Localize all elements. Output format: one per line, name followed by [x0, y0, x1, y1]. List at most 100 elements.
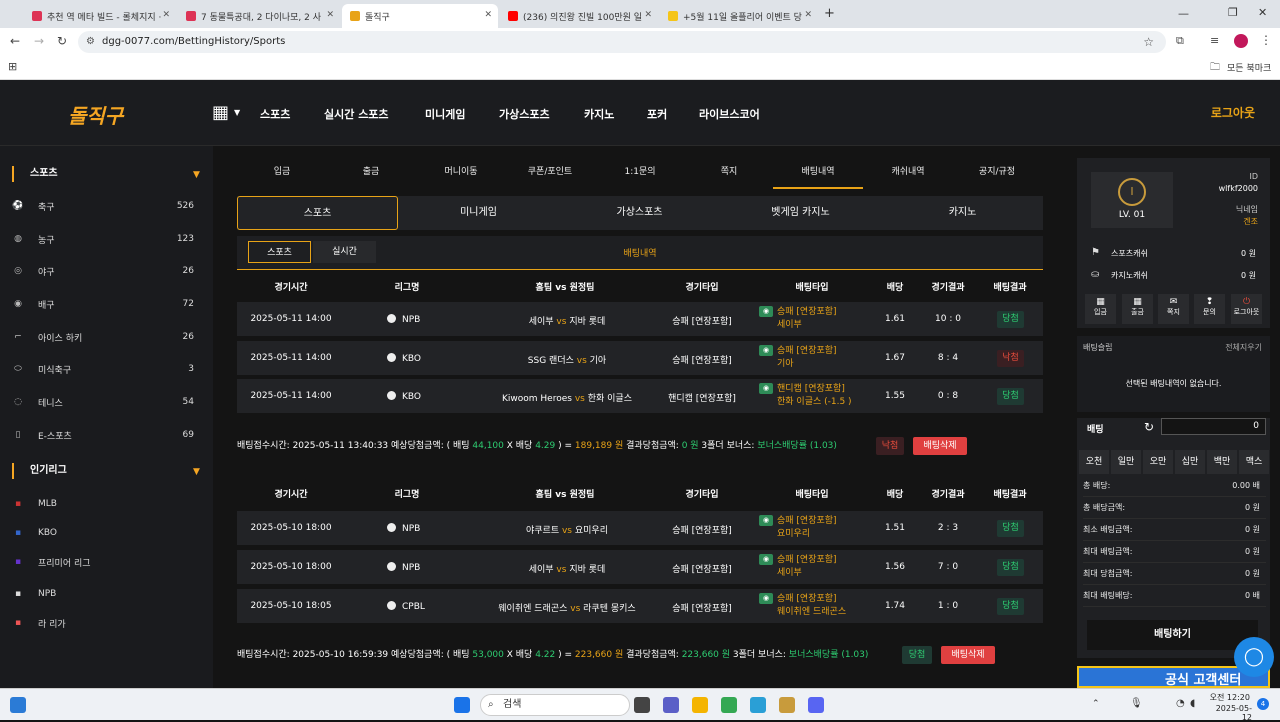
- windows-start-icon[interactable]: [454, 697, 470, 713]
- close-icon[interactable]: ✕: [162, 10, 170, 20]
- amount-10000-button[interactable]: 일만: [1111, 450, 1141, 474]
- amount-max-button[interactable]: 맥스: [1239, 450, 1269, 474]
- site-logo[interactable]: 돌직구: [68, 100, 123, 129]
- tab-withdraw[interactable]: 출금: [326, 164, 416, 177]
- apps-menu-icon[interactable]: ▦: [212, 102, 229, 123]
- nav-live-sports[interactable]: 실시간 스포츠: [324, 106, 389, 122]
- eye-icon[interactable]: ◉: [759, 554, 773, 565]
- amount-1000000-button[interactable]: 백만: [1207, 450, 1237, 474]
- table-row[interactable]: 2025-05-10 18:00 NPB 야쿠르트 vs 요미우리 승패 [연장…: [237, 511, 1043, 545]
- volume-icon[interactable]: ◖: [1190, 698, 1195, 709]
- sidebar-item-mlb[interactable]: ▪ MLB: [12, 495, 194, 513]
- tab-money-transfer[interactable]: 머니이동: [416, 164, 506, 177]
- browser-tab-1[interactable]: 추천 역 메타 빌드 - 롤체지지 · ✕: [24, 4, 176, 28]
- clock-time[interactable]: 오전 12:20: [1206, 692, 1250, 703]
- eye-icon[interactable]: ◉: [759, 306, 773, 317]
- extensions-icon[interactable]: ⧉: [1176, 34, 1184, 48]
- browser-tab-4[interactable]: (236) 의진왕 진빌 100만원 일 ✕: [500, 4, 658, 28]
- browser-tab-5[interactable]: +5월 11일 올플리어 이벤트 당 ✕: [660, 4, 818, 28]
- close-icon[interactable]: ✕: [804, 10, 812, 20]
- browser-tab-2[interactable]: 7 동물특공대, 2 다이나모, 2 사 ✕: [178, 4, 340, 28]
- chat-app-icon[interactable]: [663, 697, 679, 713]
- reload-icon[interactable]: ↻: [57, 34, 67, 48]
- browser-tab-3[interactable]: 돌직구 ✕: [342, 4, 498, 28]
- notification-badge[interactable]: 4: [1257, 698, 1269, 710]
- tab-betting-history[interactable]: 배팅내역: [773, 164, 863, 177]
- sidebar-sports-heading[interactable]: 스포츠: [12, 166, 58, 182]
- forward-icon[interactable]: →: [34, 34, 44, 48]
- file-explorer-icon[interactable]: [692, 697, 708, 713]
- task-view-icon[interactable]: [634, 697, 650, 713]
- category-sports[interactable]: 스포츠: [237, 196, 398, 230]
- maximize-icon[interactable]: ❐: [1228, 6, 1238, 19]
- back-icon[interactable]: ←: [10, 34, 20, 48]
- sidebar-item-esports[interactable]: ▯ E-스포츠 69: [12, 426, 194, 444]
- nav-casino[interactable]: 카지노: [584, 106, 614, 122]
- sidebar-leagues-heading[interactable]: 인기리그: [12, 463, 67, 479]
- eye-icon[interactable]: ◉: [759, 593, 773, 604]
- tab-cash-history[interactable]: 캐쉬내역: [863, 164, 953, 177]
- tab-messages[interactable]: 쪽지: [684, 164, 774, 177]
- category-minigame[interactable]: 미니게임: [398, 196, 559, 230]
- url-input[interactable]: ⚙ dgg-0077.com/BettingHistory/Sports ☆: [78, 31, 1166, 53]
- bet-amount-input[interactable]: 0: [1161, 418, 1266, 435]
- bookmark-star-icon[interactable]: ☆: [1143, 31, 1154, 53]
- chevron-down-icon[interactable]: ▼: [193, 170, 200, 180]
- eye-icon[interactable]: ◉: [759, 515, 773, 526]
- tab-coupon-point[interactable]: 쿠폰/포인트: [505, 164, 595, 177]
- category-betgame-casino[interactable]: 벳게임 카지노: [720, 196, 881, 230]
- apps-grid-icon[interactable]: ⊞: [8, 60, 17, 73]
- wifi-icon[interactable]: ◔: [1176, 698, 1185, 709]
- quick-withdraw-button[interactable]: ▦ 출금: [1122, 294, 1153, 324]
- nav-sports[interactable]: 스포츠: [260, 106, 290, 122]
- delete-bet-button[interactable]: 배팅삭제: [941, 646, 995, 664]
- sidebar-item-npb[interactable]: ▪ NPB: [12, 585, 194, 603]
- game-client-icon[interactable]: [779, 697, 795, 713]
- place-bet-button[interactable]: 배팅하기: [1087, 620, 1258, 650]
- chat-bubble-icon[interactable]: ◯: [1234, 637, 1274, 677]
- sidebar-item-premier-league[interactable]: ▪ 프리미어 리그: [12, 553, 194, 571]
- chrome-icon[interactable]: [721, 697, 737, 713]
- table-row[interactable]: 2025-05-11 14:00 KBO SSG 랜더스 vs 기아 승패 [연…: [237, 341, 1043, 375]
- profile-avatar[interactable]: [1234, 34, 1248, 48]
- tab-deposit[interactable]: 입금: [237, 164, 327, 177]
- widgets-icon[interactable]: [10, 697, 26, 713]
- all-bookmarks-link[interactable]: 모든 북마크: [1227, 61, 1271, 74]
- tab-inquiry[interactable]: 1:1문의: [595, 164, 685, 177]
- sidebar-item-volleyball[interactable]: ◉ 배구 72: [12, 295, 194, 313]
- amount-100000-button[interactable]: 십만: [1175, 450, 1205, 474]
- sidebar-item-tennis[interactable]: ◌ 테니스 54: [12, 393, 194, 411]
- logout-link[interactable]: 로그아웃: [1211, 104, 1255, 121]
- sidebar-item-kbo[interactable]: ▪ KBO: [12, 524, 194, 542]
- clock-date[interactable]: 2025-05-12: [1206, 704, 1252, 722]
- table-row[interactable]: 2025-05-10 18:00 NPB 세이부 vs 지바 롯데 승패 [연장…: [237, 550, 1043, 584]
- sidebar-item-baseball[interactable]: ◎ 야구 26: [12, 262, 194, 280]
- quick-logout-button[interactable]: ⏻ 로그아웃: [1231, 294, 1262, 324]
- chevron-down-icon[interactable]: ▼: [193, 467, 200, 477]
- close-icon[interactable]: ✕: [484, 10, 492, 20]
- nav-poker[interactable]: 포커: [647, 106, 667, 122]
- sidebar-item-soccer[interactable]: ⚽ 축구 526: [12, 197, 194, 215]
- nav-virtual-sports[interactable]: 가상스포츠: [499, 106, 550, 122]
- close-window-icon[interactable]: ✕: [1258, 6, 1267, 19]
- sidebar-item-american-football[interactable]: ⬭ 미식축구 3: [12, 360, 194, 378]
- sidebar-item-ice-hockey[interactable]: ⌐ 아이스 하키 26: [12, 328, 194, 346]
- delete-bet-button[interactable]: 배팅삭제: [913, 437, 967, 455]
- close-icon[interactable]: ✕: [326, 10, 334, 20]
- microphone-icon[interactable]: 🎙: [1130, 698, 1143, 709]
- close-icon[interactable]: ✕: [644, 10, 652, 20]
- amount-50000-button[interactable]: 오만: [1143, 450, 1173, 474]
- category-virtual-sports[interactable]: 가상스포츠: [559, 196, 720, 230]
- sidebar-item-la-liga[interactable]: ▪ 라 리가: [12, 614, 194, 632]
- quick-deposit-button[interactable]: ▦ 입금: [1085, 294, 1116, 324]
- new-tab-button[interactable]: +: [824, 6, 835, 21]
- quick-message-button[interactable]: ✉ 쪽지: [1158, 294, 1189, 324]
- sidebar-item-basketball[interactable]: ◍ 농구 123: [12, 230, 194, 248]
- discord-icon[interactable]: [808, 697, 824, 713]
- nav-minigame[interactable]: 미니게임: [425, 106, 465, 122]
- tray-chevron-icon[interactable]: ⌃: [1092, 699, 1100, 709]
- nav-livescore[interactable]: 라이브스코어: [699, 106, 760, 122]
- sub-tab-live[interactable]: 실시간: [313, 241, 376, 263]
- clear-all-button[interactable]: 전체지우기: [1225, 342, 1262, 353]
- sub-tab-sports[interactable]: 스포츠: [248, 241, 311, 263]
